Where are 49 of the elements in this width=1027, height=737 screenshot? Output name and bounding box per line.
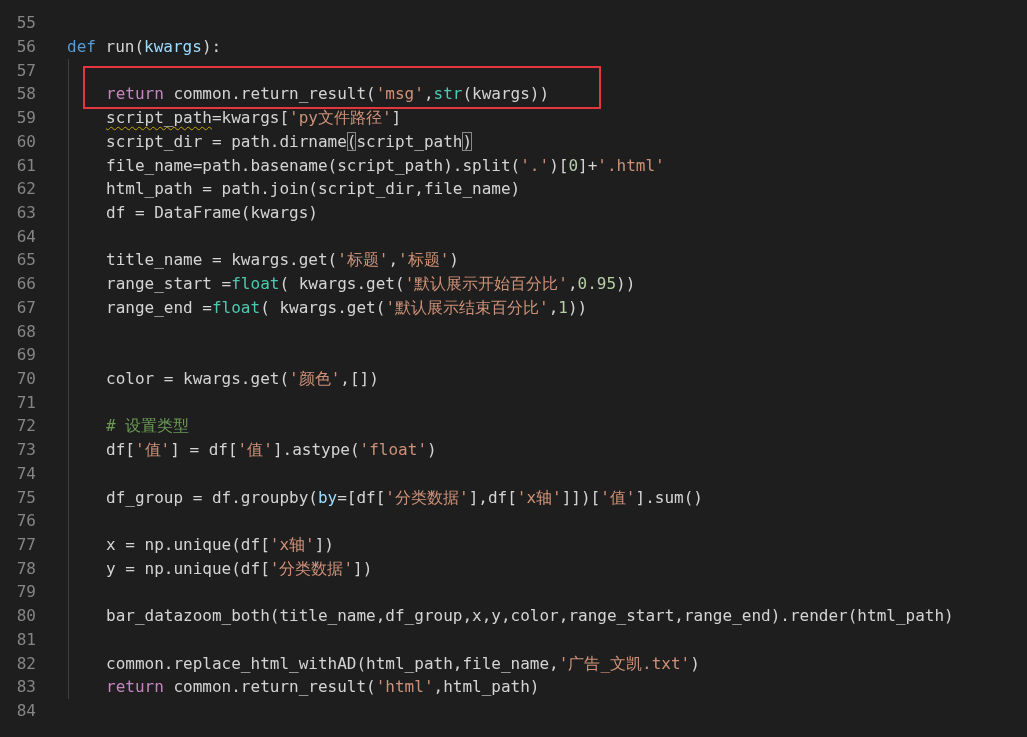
code-line: y = np.unique(df['分类数据']): [106, 558, 373, 578]
code-line: df = DataFrame(kwargs): [106, 202, 318, 222]
line-number: 79: [15, 581, 36, 604]
code-line: script_path=kwargs['py文件路径']: [106, 108, 402, 128]
code-line: df_group = df.groupby(by=[df['分类数据'],df['x轴']])['值'].sum(): [106, 487, 703, 507]
code-line: html_path = path.join(script_dir,file_name): [106, 179, 521, 199]
line-number: 70: [15, 367, 36, 390]
line-number: 82: [15, 652, 36, 675]
line-number: 64: [15, 225, 36, 248]
line-number: 61: [15, 154, 36, 177]
code-line: title_name = kwargs.get('标题','标题'): [106, 250, 459, 270]
line-number: 80: [15, 605, 36, 628]
code-line: script_dir = path.dirname(script_path): [106, 131, 473, 151]
line-number: 56: [15, 35, 36, 58]
line-number: 68: [15, 320, 36, 343]
line-number: 60: [15, 130, 36, 153]
line-number: 62: [15, 178, 36, 201]
line-number: 75: [15, 486, 36, 509]
line-number: 84: [15, 700, 36, 723]
line-number: 71: [15, 391, 36, 414]
code-line: file_name=path.basename(script_path).split('.')[0]+'.html': [106, 155, 665, 175]
line-number: 57: [15, 59, 36, 82]
code-line: df['值'] = df['值'].astype('float'): [106, 440, 437, 460]
code-line: return common.return_result('msg',str(kwargs)): [106, 84, 550, 104]
code-line: common.replace_html_withAD(html_path,file_name,'广告_文凯.txt'): [106, 653, 700, 673]
line-number: 83: [15, 676, 36, 699]
code-line: # 设置类型: [106, 416, 190, 436]
code-line: range_end =float( kwargs.get('默认展示结束百分比',1)): [106, 297, 588, 317]
code-line: color = kwargs.get('颜色',[]): [106, 368, 379, 388]
line-number: 73: [15, 439, 36, 462]
line-number: 72: [15, 415, 36, 438]
code-line: x = np.unique(df['x轴']): [106, 535, 334, 554]
line-number: 59: [15, 107, 36, 130]
code-line: range_start =float( kwargs.get('默认展示开始百分比',0.95)): [106, 274, 636, 294]
line-number: 74: [15, 462, 36, 485]
line-number: 81: [15, 628, 36, 651]
line-number: 65: [15, 249, 36, 272]
line-number: 66: [15, 273, 36, 296]
line-number: 69: [15, 344, 36, 367]
code-line: def run(kwargs):: [67, 36, 222, 56]
line-number: 77: [15, 534, 36, 556]
code-line: bar_datazoom_both(title_name,df_group,x,y,color,range_start,range_end).render(html_path): [106, 606, 954, 626]
line-number: 58: [15, 83, 36, 106]
code-line: return common.return_result('html',html_path): [106, 677, 540, 697]
line-number: 63: [15, 201, 36, 224]
line-number: 78: [15, 557, 36, 580]
line-number: 76: [15, 510, 36, 533]
line-number: 55: [15, 12, 36, 35]
line-number: 67: [15, 296, 36, 319]
